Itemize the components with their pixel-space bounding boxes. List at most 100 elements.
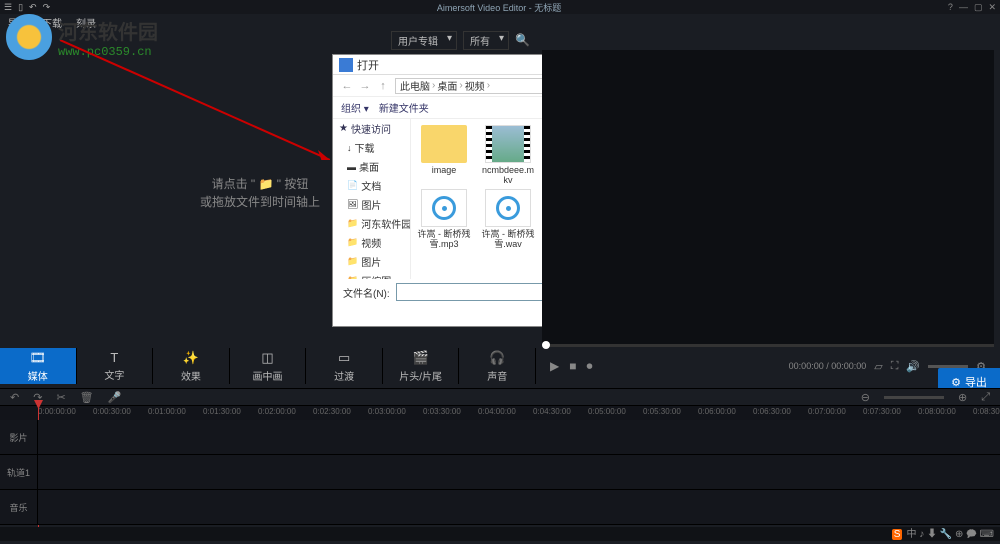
tab-icon: 🎞 — [30, 350, 47, 366]
app-title: Aimersoft Video Editor - 无标题 — [50, 1, 948, 14]
import-hint: 请点击 " 📁 " 按钮 或拖放文件到时间轴上 — [200, 175, 320, 211]
file-item[interactable]: image — [417, 125, 471, 185]
album-dropdown[interactable]: 用户专辑 — [391, 31, 457, 50]
time-display: 00:00:00 / 00:00:00 — [789, 361, 867, 371]
stop-button[interactable]: ■ — [569, 359, 576, 374]
ruler-tick: 0:07:00:00 — [808, 407, 846, 416]
sidebar-item[interactable]: 🖼图片 — [333, 195, 410, 214]
ruler-tick: 0:02:00:00 — [258, 407, 296, 416]
tab-icon: 🎧 — [489, 350, 505, 366]
nav-fwd-button[interactable]: → — [357, 80, 373, 92]
aspect-icon[interactable]: ▱ — [874, 360, 882, 373]
ruler-tick: 0:07:30:00 — [863, 407, 901, 416]
tab-片头/片尾[interactable]: 🎬片头/片尾 — [383, 348, 460, 384]
type-dropdown[interactable]: 所有 — [463, 31, 509, 50]
sidebar-item[interactable]: ▬桌面 — [333, 157, 410, 176]
sidebar-item[interactable]: ↓下载 — [333, 138, 410, 157]
logo-icon — [6, 14, 52, 60]
new-folder-button[interactable]: 新建文件夹 — [379, 100, 429, 115]
filename-label: 文件名(N): — [343, 285, 390, 300]
timeline-ruler[interactable]: 0:00:00:00 0:00:30:00 0:01:00:00 0:01:30:00… — [0, 406, 1000, 420]
min-button[interactable]: — — [959, 2, 968, 13]
tab-文字[interactable]: T文字 — [77, 348, 154, 384]
track-row[interactable]: 轨道1 — [0, 455, 1000, 490]
tab-过渡[interactable]: ▭过渡 — [306, 348, 383, 384]
sidebar-item[interactable]: 📁压缩图 — [333, 271, 410, 279]
tab-icon: 🎬 — [413, 350, 429, 366]
ruler-tick: 0:02:30:00 — [313, 407, 351, 416]
nav-back-button[interactable]: ← — [339, 80, 355, 92]
dialog-icon — [339, 58, 353, 72]
tab-画中画[interactable]: ◫画中画 — [230, 348, 307, 384]
ruler-tick: 0:06:30:00 — [753, 407, 791, 416]
ime-icon[interactable]: S — [892, 529, 903, 540]
timeline-toolbar: ↶ ↷ ✂ 🗑 🎤 ⊖ ⊕ ⤢ — [0, 388, 1000, 406]
ruler-tick: 0:03:00:00 — [368, 407, 406, 416]
track-label: 影片 — [0, 420, 38, 454]
sidebar-item[interactable]: 📄文档 — [333, 176, 410, 195]
sidebar-item[interactable]: 📁视频 — [333, 233, 410, 252]
undo-icon[interactable]: ↶ — [10, 391, 19, 404]
track-label: 音乐 — [0, 490, 38, 524]
file-item[interactable]: ncmbdeee.mkv — [481, 125, 535, 185]
module-tabs: 🎞媒体T文字✨效果◫画中画▭过渡🎬片头/片尾🎧声音 — [0, 348, 536, 384]
site-url: www.pc0359.cn — [58, 45, 158, 59]
player-controls: ▶ ■ ⏺ 00:00:00 / 00:00:00 ▱ ⛶ 🔊 ⚙ — [542, 348, 994, 384]
hint-line2: 或拖放文件到时间轴上 — [200, 193, 320, 211]
tab-媒体[interactable]: 🎞媒体 — [0, 348, 77, 384]
voiceover-icon[interactable]: 🎤 — [108, 391, 122, 404]
ruler-tick: 0:01:00:00 — [148, 407, 186, 416]
search-icon[interactable]: 🔍 — [515, 33, 530, 47]
zoom-in-icon[interactable]: ⊕ — [958, 391, 967, 404]
file-item[interactable]: 许嵩 - 断桥残雪.mp3 — [417, 189, 471, 249]
ruler-tick: 0:06:00:00 — [698, 407, 736, 416]
track-row[interactable]: 影片 — [0, 420, 1000, 455]
sidebar-item[interactable]: ★快速访问 — [333, 119, 410, 138]
close-button[interactable]: ✕ — [988, 2, 996, 13]
file-item[interactable]: 许嵩 - 断桥残雪.wav — [481, 189, 535, 249]
delete-icon[interactable]: 🗑 — [80, 391, 94, 404]
organize-menu[interactable]: 组织 ▾ — [341, 100, 369, 115]
cut-icon[interactable]: ✂ — [56, 391, 65, 404]
sys-icon: ↷ — [43, 2, 51, 13]
dialog-sidebar: ★快速访问↓下载▬桌面📄文档🖼图片📁河东软件园📁视频📁图片📁压缩图☁OneDri… — [333, 119, 411, 279]
ruler-tick: 0:00:00:00 — [38, 407, 76, 416]
max-button[interactable]: ▢ — [974, 2, 983, 13]
zoom-slider[interactable] — [884, 396, 944, 399]
ruler-tick: 0:03:30:00 — [423, 407, 461, 416]
preview-player — [542, 50, 994, 346]
zoom-out-icon[interactable]: ⊖ — [861, 391, 870, 404]
volume-icon[interactable]: 🔊 — [906, 360, 920, 373]
tab-icon: ◫ — [261, 350, 273, 366]
progress-slider[interactable] — [542, 344, 994, 347]
ruler-tick: 0:04:00:00 — [478, 407, 516, 416]
tab-声音[interactable]: 🎧声音 — [459, 348, 536, 384]
help-icon[interactable]: ? — [948, 2, 953, 13]
ruler-tick: 0:00:30:00 — [93, 407, 131, 416]
track-label: 轨道1 — [0, 455, 38, 489]
tab-icon: ✨ — [183, 350, 199, 366]
ruler-tick: 0:01:30:00 — [203, 407, 241, 416]
tab-icon: ▭ — [338, 350, 350, 366]
site-watermark: 河东软件园 www.pc0359.cn — [6, 14, 158, 60]
sys-icon: ☰ — [4, 2, 12, 13]
fullscreen-icon[interactable]: ⛶ — [891, 360, 899, 373]
export-icon: ⚙ — [951, 376, 961, 389]
ruler-tick: 0:05:00:00 — [588, 407, 626, 416]
sys-icon: ↶ — [29, 2, 37, 13]
tab-效果[interactable]: ✨效果 — [153, 348, 230, 384]
nav-up-button[interactable]: ↑ — [375, 80, 391, 92]
ruler-tick: 0:04:30:00 — [533, 407, 571, 416]
sidebar-item[interactable]: 📁图片 — [333, 252, 410, 271]
track-row[interactable]: 音乐 — [0, 490, 1000, 525]
os-taskbar: S 中 ♪ ⬇ 🔧 ⊕ 🗭 ⌨ — [0, 527, 1000, 541]
sys-icon: ▯ — [18, 2, 23, 13]
ruler-tick: 0:05:30:00 — [643, 407, 681, 416]
fit-icon[interactable]: ⤢ — [981, 391, 990, 404]
site-name: 河东软件园 — [58, 16, 158, 45]
snapshot-button[interactable]: ⏺ — [586, 359, 592, 374]
play-button[interactable]: ▶ — [550, 359, 559, 374]
ruler-tick: 0:08:00:00 — [918, 407, 956, 416]
sidebar-item[interactable]: 📁河东软件园 — [333, 214, 410, 233]
hint-line1: 请点击 " 📁 " 按钮 — [200, 175, 320, 193]
